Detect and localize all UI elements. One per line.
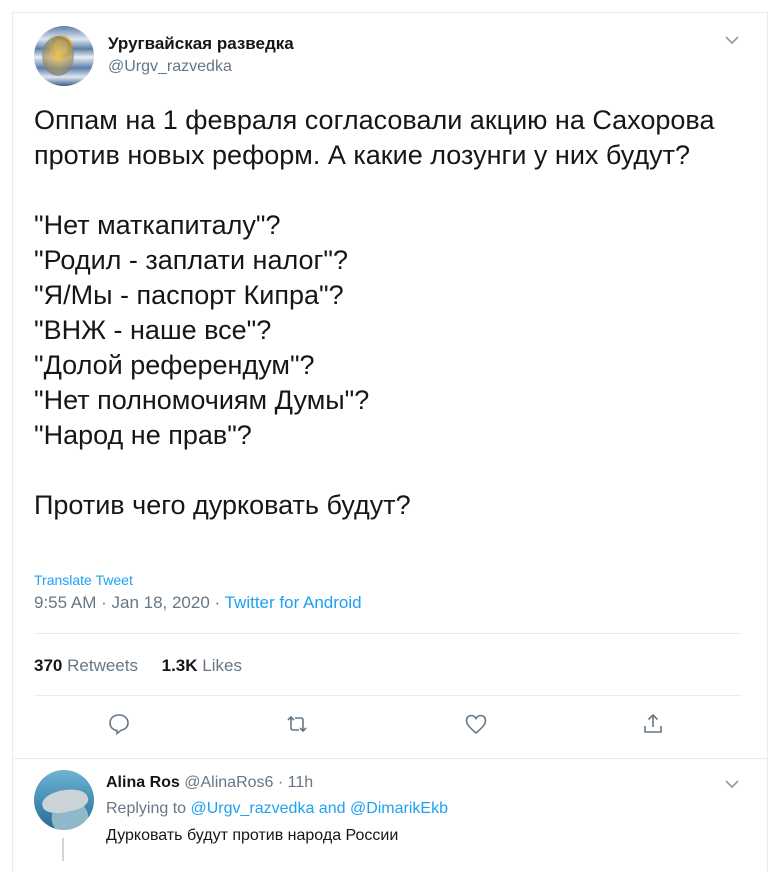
tweet-text: Оппам на 1 февраля согласовали акцию на … bbox=[34, 105, 715, 520]
tweet-date[interactable]: Jan 18, 2020 bbox=[111, 593, 209, 612]
tweet-stats: 370 Retweets 1.3K Likes bbox=[34, 656, 242, 676]
share-icon[interactable] bbox=[641, 712, 665, 736]
reply-icon[interactable] bbox=[107, 712, 131, 736]
avatar-image bbox=[42, 36, 74, 76]
likes-count: 1.3K bbox=[161, 656, 198, 675]
tweet-time[interactable]: 9:55 AM bbox=[34, 593, 96, 612]
thread-line bbox=[62, 838, 64, 861]
tweet-menu-chevron-down-icon[interactable] bbox=[724, 34, 740, 46]
reply-header: Alina Ros @AlinaRos6 · 11h bbox=[106, 774, 314, 791]
reply-time[interactable]: 11h bbox=[288, 774, 314, 791]
replying-prefix: Replying to bbox=[106, 800, 187, 817]
divider bbox=[34, 633, 742, 634]
replying-user-link[interactable]: @Urgv_razvedka bbox=[191, 800, 315, 817]
like-icon[interactable] bbox=[464, 712, 488, 736]
replying-and: and bbox=[318, 800, 346, 817]
author-avatar[interactable] bbox=[34, 26, 94, 86]
retweets-stat[interactable]: 370 Retweets bbox=[34, 656, 138, 675]
tweet-source[interactable]: Twitter for Android bbox=[225, 593, 362, 612]
reply-author-avatar[interactable] bbox=[34, 770, 94, 830]
retweets-count: 370 bbox=[34, 656, 63, 675]
avatar-image bbox=[40, 785, 90, 817]
reply-menu-chevron-down-icon[interactable] bbox=[724, 778, 740, 790]
retweets-label: Retweets bbox=[67, 656, 138, 675]
replying-to: Replying to @Urgv_razvedka and @DimarikE… bbox=[106, 800, 448, 818]
retweet-icon[interactable] bbox=[285, 712, 309, 736]
likes-label: Likes bbox=[202, 656, 242, 675]
reply-author-handle[interactable]: @AlinaRos6 bbox=[184, 774, 273, 791]
reply-separator bbox=[12, 758, 768, 759]
reply-author-name[interactable]: Alina Ros bbox=[106, 774, 180, 791]
likes-stat[interactable]: 1.3K Likes bbox=[162, 656, 242, 675]
reply-text: Дурковать будут против народа России bbox=[106, 827, 399, 844]
divider bbox=[34, 695, 742, 696]
author-name[interactable]: Уругвайская разведка bbox=[108, 34, 294, 54]
replying-user-link[interactable]: @DimarikEkb bbox=[350, 800, 448, 817]
translate-tweet-link[interactable]: Translate Tweet bbox=[34, 572, 133, 588]
author-handle[interactable]: @Urgv_razvedka bbox=[108, 58, 232, 76]
tweet-meta: 9:55 AM · Jan 18, 2020 · Twitter for And… bbox=[34, 593, 362, 612]
